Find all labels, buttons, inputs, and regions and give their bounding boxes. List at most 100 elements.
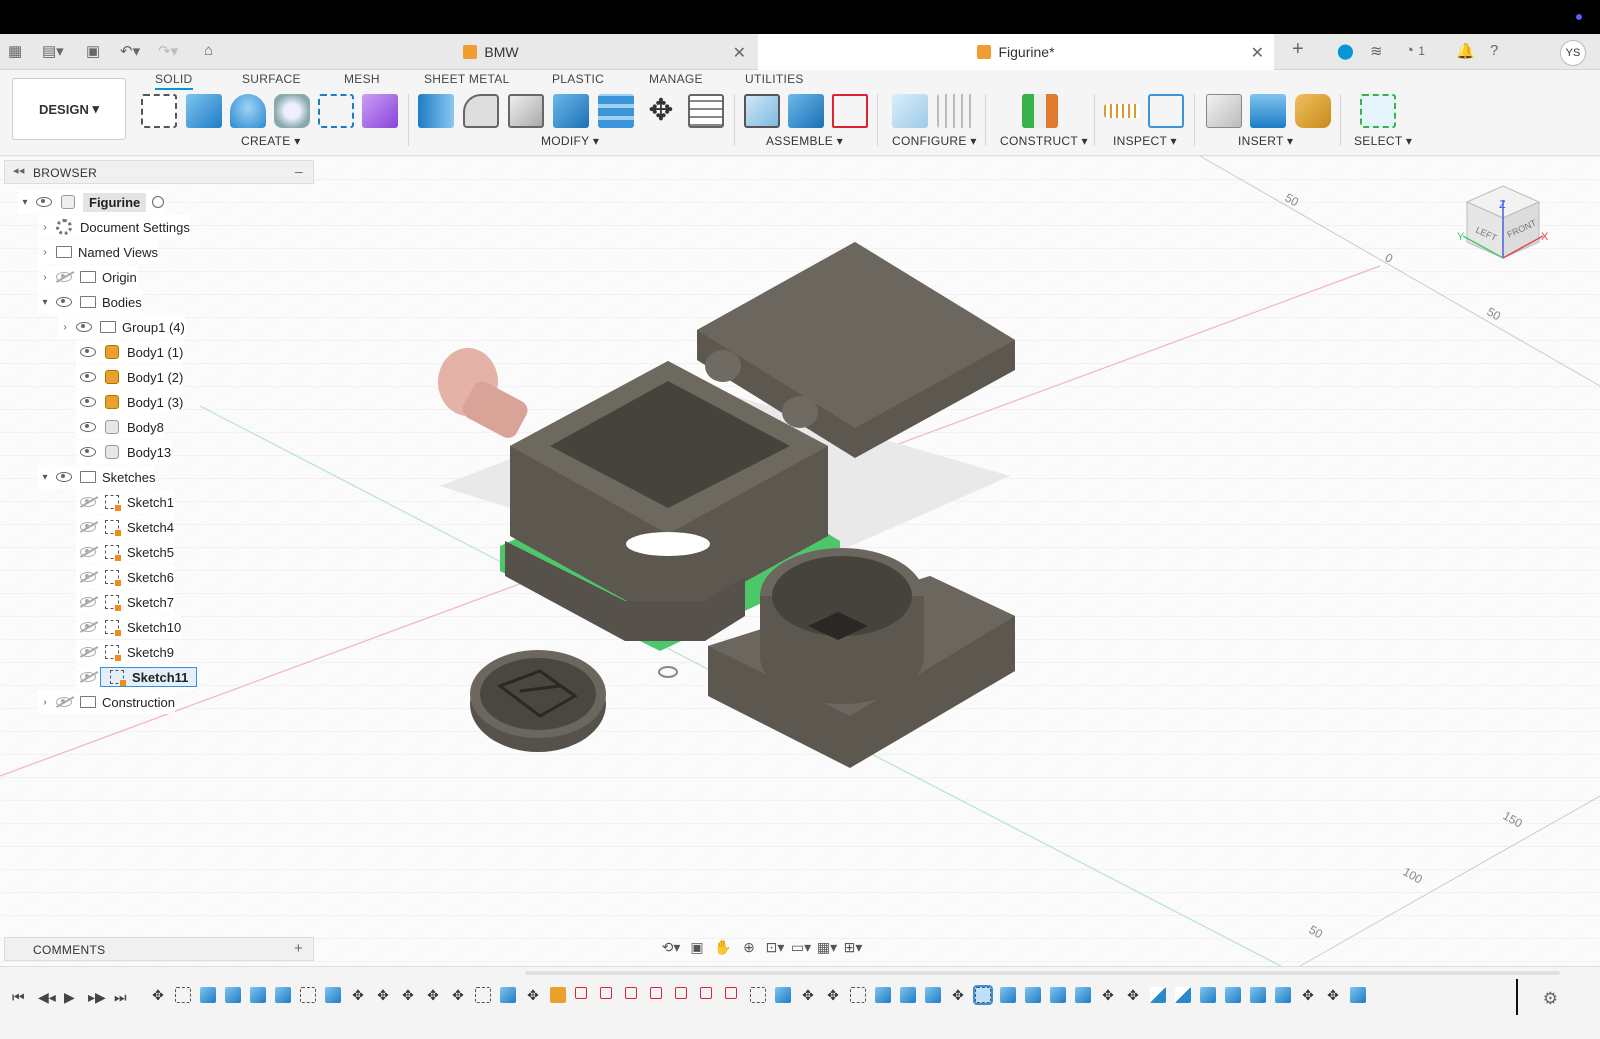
close-icon[interactable]: ✕ xyxy=(1251,43,1264,63)
grid-settings-icon[interactable]: ▦▾ xyxy=(816,937,838,957)
revolve-icon[interactable] xyxy=(230,94,266,128)
timeline-feature-icon[interactable]: ✥ xyxy=(525,987,541,1003)
timeline-feature-icon[interactable]: ✥ xyxy=(150,987,166,1003)
timeline-scrollbar[interactable] xyxy=(525,971,1560,975)
tree-item[interactable]: › Named Views xyxy=(38,240,158,264)
workspace-switcher[interactable]: DESIGN ▾ xyxy=(12,78,126,140)
new-tab-icon[interactable]: + xyxy=(1292,38,1304,61)
tab-figurine[interactable]: Figurine* ✕ xyxy=(758,34,1274,70)
create-form-icon[interactable] xyxy=(362,94,398,128)
timeline-feature-icon[interactable]: ✥ xyxy=(950,987,966,1003)
timeline-feature-icon[interactable]: ✥ xyxy=(375,987,391,1003)
timeline-marker[interactable] xyxy=(1516,979,1518,1015)
look-at-icon[interactable]: ▣ xyxy=(686,937,708,957)
tree-item[interactable]: › Document Settings xyxy=(38,215,190,239)
home-icon[interactable]: ⌂ xyxy=(204,42,213,59)
timeline-feature-icon[interactable]: ✥ xyxy=(400,987,416,1003)
chevron-down-icon[interactable]: ▾ xyxy=(18,197,32,208)
timeline-feature-icon[interactable] xyxy=(1150,987,1166,1003)
timeline-feature-icon[interactable] xyxy=(900,987,916,1003)
extensions-icon[interactable]: ⬤ xyxy=(1337,42,1354,60)
new-component-icon[interactable] xyxy=(744,94,780,128)
collapse-icon[interactable]: ◂◂ xyxy=(13,164,25,177)
save-icon[interactable]: ▣ xyxy=(86,42,100,60)
timeline-feature-icon[interactable] xyxy=(1050,987,1066,1003)
shell-icon[interactable] xyxy=(508,94,544,128)
tree-item[interactable]: Body8 xyxy=(76,415,164,439)
timeline-feature-icon[interactable] xyxy=(850,987,866,1003)
timeline-feature-icon[interactable]: ✥ xyxy=(1125,987,1141,1003)
timeline-feature-icon[interactable] xyxy=(775,987,791,1003)
tree-item-selected[interactable]: Sketch11 xyxy=(76,665,198,689)
timeline-settings-gear-icon[interactable]: ⚙ xyxy=(1543,989,1558,1009)
timeline-feature-icon[interactable] xyxy=(200,987,216,1003)
pattern-icon[interactable] xyxy=(318,94,354,128)
help-icon[interactable]: ? xyxy=(1490,42,1498,59)
add-comment-icon[interactable]: + xyxy=(294,940,303,957)
timeline-feature-icon[interactable]: ✥ xyxy=(825,987,841,1003)
section-analysis-icon[interactable] xyxy=(1148,94,1184,128)
minimize-icon[interactable]: – xyxy=(295,163,303,179)
timeline-feature-icon[interactable] xyxy=(650,987,662,999)
select-box-icon[interactable] xyxy=(1360,94,1396,128)
activate-radio-icon[interactable] xyxy=(152,196,165,208)
group-select[interactable]: SELECT ▾ xyxy=(1354,134,1412,148)
timeline-feature-icon[interactable] xyxy=(675,987,687,999)
timeline-feature-icon[interactable] xyxy=(275,987,291,1003)
tree-item[interactable]: › Origin xyxy=(38,265,137,289)
tree-item[interactable]: › Group1 (4) xyxy=(58,315,185,339)
timeline-feature-icon[interactable] xyxy=(725,987,737,999)
split-icon[interactable] xyxy=(598,94,634,128)
tree-item[interactable]: Sketch1 xyxy=(76,490,174,514)
display-settings-icon[interactable]: ▭▾ xyxy=(790,937,812,957)
timeline-feature-icon[interactable] xyxy=(475,987,491,1003)
timeline-feature-icon[interactable] xyxy=(550,987,566,1003)
tree-item[interactable]: Body1 (1) xyxy=(76,340,184,364)
timeline-feature-icon[interactable] xyxy=(1025,987,1041,1003)
app-grid-icon[interactable]: ▦ xyxy=(8,42,22,60)
timeline-feature-icon[interactable] xyxy=(1250,987,1266,1003)
tree-item[interactable]: Sketch5 xyxy=(76,540,174,564)
timeline-feature-icon[interactable] xyxy=(875,987,891,1003)
tree-item[interactable]: Body13 xyxy=(76,440,172,464)
timeline-feature-icon[interactable] xyxy=(175,987,191,1003)
timeline-feature-icon[interactable] xyxy=(500,987,516,1003)
undo-icon[interactable]: ↶▾ xyxy=(120,42,140,60)
tab-sheet-metal[interactable]: SHEET METAL xyxy=(424,72,510,86)
tab-manage[interactable]: MANAGE xyxy=(649,72,703,86)
visibility-eye-icon[interactable] xyxy=(36,197,52,207)
tree-item[interactable]: Sketch9 xyxy=(76,640,174,664)
insert-derive-icon[interactable] xyxy=(1206,94,1242,128)
hole-icon[interactable] xyxy=(274,94,310,128)
comments-panel[interactable]: COMMENTS + xyxy=(4,937,314,961)
step-back-icon[interactable]: ◀◂ xyxy=(38,989,56,1006)
combine-icon[interactable] xyxy=(553,94,589,128)
tab-surface[interactable]: SURFACE xyxy=(242,72,301,86)
fit-icon[interactable]: ⊡▾ xyxy=(764,937,786,957)
group-configure[interactable]: CONFIGURE ▾ xyxy=(892,134,977,148)
timeline-feature-icon[interactable] xyxy=(750,987,766,1003)
extrude-icon[interactable] xyxy=(186,94,222,128)
pan-icon[interactable]: ✋ xyxy=(712,937,734,957)
tree-item[interactable]: Body1 (2) xyxy=(76,365,184,389)
group-construct[interactable]: CONSTRUCT ▾ xyxy=(1000,134,1088,148)
timeline-feature-icon[interactable]: ✥ xyxy=(350,987,366,1003)
tab-utilities[interactable]: UTILITIES xyxy=(745,72,804,86)
timeline-feature-icon[interactable] xyxy=(325,987,341,1003)
canvas-icon[interactable] xyxy=(1250,94,1286,128)
timeline-feature-icon[interactable]: ✥ xyxy=(1100,987,1116,1003)
timeline-feature-icon[interactable]: ✥ xyxy=(450,987,466,1003)
parameters-icon[interactable] xyxy=(688,94,724,128)
timeline-feature-icon[interactable] xyxy=(250,987,266,1003)
configure-icon[interactable] xyxy=(892,94,928,128)
timeline-feature-icon[interactable]: ✥ xyxy=(1325,987,1341,1003)
timeline-feature-icon[interactable] xyxy=(1350,987,1366,1003)
timeline-feature-icon[interactable]: ✥ xyxy=(425,987,441,1003)
orbit-icon[interactable]: ⟲▾ xyxy=(660,937,682,957)
timeline-feature-icon[interactable]: ✥ xyxy=(800,987,816,1003)
configuration-table-icon[interactable] xyxy=(937,94,973,128)
timeline-feature-icon[interactable] xyxy=(1225,987,1241,1003)
browser-header[interactable]: ◂◂ BROWSER – xyxy=(4,160,314,184)
joint-icon[interactable] xyxy=(788,94,824,128)
redo-icon[interactable]: ↷▾ xyxy=(158,42,178,60)
